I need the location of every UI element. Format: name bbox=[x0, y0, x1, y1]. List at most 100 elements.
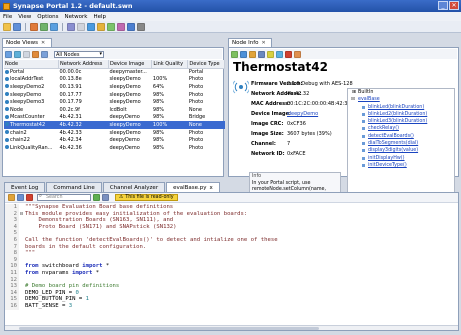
upload-icon[interactable] bbox=[102, 194, 109, 201]
line-number: 7 bbox=[5, 243, 19, 251]
code-line[interactable]: 5 bbox=[5, 230, 458, 237]
tab-command-line[interactable]: Command Line bbox=[46, 182, 102, 192]
close-button[interactable]: ✕ bbox=[449, 1, 459, 10]
close-icon[interactable]: ✕ bbox=[262, 40, 266, 46]
code-line[interactable]: 3 Demonstration Boards (SN163, SN111), a… bbox=[5, 217, 458, 224]
tab-node-info[interactable]: Node Info ✕ bbox=[228, 38, 272, 47]
column-header[interactable]: Link Quality bbox=[151, 60, 189, 69]
code-line[interactable]: 16 BATT_SENSE = 3 bbox=[5, 302, 458, 310]
table-row[interactable]: sleepyDemo3 00.17.79 sleepyDemo 98% Photo bbox=[4, 98, 225, 106]
network-icon[interactable] bbox=[276, 50, 283, 58]
code-line[interactable]: 13 # Demo board pin definitions bbox=[5, 283, 458, 290]
tree-item-function[interactable]: initDeviceType() bbox=[348, 162, 454, 169]
tree-item-function[interactable]: dialToSegments(dial) bbox=[348, 140, 454, 147]
chart-icon[interactable] bbox=[67, 22, 75, 31]
tree-item-function[interactable]: initDisplayHw() bbox=[348, 155, 454, 162]
tree-item-function[interactable]: blinkLed3(blinkDuration) bbox=[348, 118, 454, 125]
column-header[interactable]: Device Type bbox=[187, 60, 225, 69]
query-icon[interactable] bbox=[41, 50, 48, 58]
code-line[interactable]: 2 ⊟ This module provides easy initializati… bbox=[5, 210, 458, 218]
menu-help[interactable]: Help bbox=[93, 14, 106, 20]
code-line[interactable]: 1 """Synapse Evaluation Board base defini… bbox=[5, 204, 458, 211]
tab-node-views[interactable]: Node Views ✕ bbox=[2, 38, 52, 47]
settings-icon[interactable] bbox=[137, 22, 145, 31]
tree-item-function[interactable]: display3digits(value) bbox=[348, 147, 454, 154]
upload-icon[interactable] bbox=[107, 22, 115, 31]
tree-item-evalbase[interactable]: evalBase bbox=[348, 96, 454, 104]
node-filter-select[interactable]: All Nodes bbox=[54, 50, 104, 58]
graph-icon[interactable] bbox=[117, 22, 125, 31]
menu-options[interactable]: Options bbox=[37, 14, 58, 20]
code-editor[interactable]: Search ⚠ This file is read-only 1 """Syna… bbox=[4, 192, 459, 331]
tree-item-function[interactable]: blinkLed(blinkDuration) bbox=[348, 104, 454, 111]
code-line[interactable]: 11 from nvparams import * bbox=[5, 269, 458, 277]
code-line[interactable]: 14 DEMO_LED_PIN = 0 bbox=[5, 289, 458, 297]
broadcast-icon[interactable] bbox=[50, 22, 58, 31]
column-header[interactable]: Device Image bbox=[108, 60, 153, 69]
open-icon[interactable] bbox=[8, 194, 15, 201]
tab-evalbase[interactable]: evalBase.py x bbox=[166, 182, 220, 192]
menu-file[interactable]: File bbox=[3, 14, 12, 20]
save-icon[interactable] bbox=[17, 194, 24, 201]
menu-network[interactable]: Network bbox=[65, 14, 88, 20]
minimize-button[interactable]: _ bbox=[438, 1, 448, 10]
tree-item-function[interactable]: detectEvalBoards() bbox=[348, 133, 454, 140]
column-header[interactable]: Node bbox=[4, 60, 59, 69]
list-icon[interactable] bbox=[14, 50, 21, 58]
code-line[interactable]: 10 from switchboard import * bbox=[5, 263, 458, 270]
code-line[interactable]: 8 """ bbox=[5, 250, 458, 257]
menu-view[interactable]: View bbox=[18, 14, 31, 20]
scrollbar-thumb[interactable] bbox=[19, 327, 319, 330]
table-row[interactable]: LinkQualityRan... 4b.42.36 deepyDemo 98% Pho… bbox=[4, 144, 225, 152]
delete-icon[interactable] bbox=[285, 50, 292, 58]
search-input[interactable]: Search bbox=[37, 194, 91, 201]
close-icon[interactable] bbox=[26, 194, 33, 201]
network-icon[interactable] bbox=[87, 22, 95, 31]
refresh-icon[interactable] bbox=[40, 22, 48, 31]
horizontal-scrollbar[interactable] bbox=[5, 325, 458, 330]
code-line[interactable]: 7 boards in the default configuration. bbox=[5, 243, 458, 251]
close-icon[interactable]: ✕ bbox=[41, 40, 45, 46]
refresh-icon[interactable] bbox=[231, 50, 238, 58]
code-line[interactable]: 9 bbox=[5, 256, 458, 264]
tree-item-function[interactable]: checkRelay() bbox=[348, 125, 454, 132]
column-header[interactable]: Network Address bbox=[58, 60, 109, 69]
code-line[interactable]: 12 bbox=[5, 276, 458, 284]
table-row[interactable]: chain22 4b.42.34 deepyDemo 98% Photo bbox=[4, 136, 225, 144]
code-line[interactable]: 15 DEMO_BUTTON_PIN = 1 bbox=[5, 296, 458, 303]
table-row[interactable]: Thermostat42 4b.42.32 sleepyDemo 100% None bbox=[4, 121, 225, 129]
upload-icon[interactable] bbox=[258, 50, 265, 58]
tab-event-log[interactable]: Event Log bbox=[4, 182, 46, 192]
tree-item-builtin[interactable]: ⊞ BuiltIn bbox=[348, 89, 454, 96]
config-icon[interactable] bbox=[127, 22, 135, 31]
tab-channel-analyzer[interactable]: Channel Analyzer bbox=[102, 182, 166, 192]
save-icon[interactable] bbox=[13, 22, 21, 31]
wireless-icon[interactable] bbox=[240, 50, 247, 58]
folder-icon[interactable] bbox=[97, 22, 105, 31]
code-area[interactable]: 1 """Synapse Evaluation Board base defini… bbox=[5, 204, 458, 324]
edit-icon[interactable] bbox=[249, 50, 256, 58]
table-row[interactable]: sleepyDemo 00.17.77 sleepyDemo 98% Photo bbox=[4, 91, 225, 99]
lightning-icon[interactable] bbox=[267, 50, 274, 58]
edit-icon[interactable] bbox=[30, 22, 38, 31]
close-icon[interactable]: x bbox=[210, 185, 213, 191]
check-icon[interactable] bbox=[93, 194, 100, 201]
table-row[interactable]: Portal 00.00.0c deepymaster... Portal bbox=[4, 68, 225, 76]
table-row[interactable]: Node 00.2c.9f lcdBolt 98% None bbox=[4, 106, 225, 114]
ping-icon[interactable] bbox=[32, 50, 39, 58]
code-line[interactable]: 6 Call the function 'detectEvalBoards()' … bbox=[5, 236, 458, 244]
open-icon[interactable] bbox=[3, 22, 11, 31]
table-row[interactable]: McastCounter 4b.42.31 deepyDemo 98% Bridge bbox=[4, 114, 225, 122]
table-row[interactable]: sleepyDemo2 00.13.91 sleepyDemo 64% Photo bbox=[4, 83, 225, 91]
table-row[interactable]: localAddrTest 00.13.8e sleepyDemo 100% Photo bbox=[4, 76, 225, 84]
table-cell: 98% bbox=[152, 91, 165, 98]
code-text: Demonstration Boards (SN163, SN111), and bbox=[24, 217, 173, 224]
download-icon[interactable] bbox=[294, 50, 301, 58]
code-line[interactable]: 4 Proto Board (SN171) and SNAPstick (SN1… bbox=[5, 223, 458, 231]
tree-item-function[interactable]: blinkLed2(blinkDuration) bbox=[348, 111, 454, 118]
property-value[interactable]: sleepyDemo bbox=[287, 111, 318, 117]
columns-icon[interactable] bbox=[23, 50, 30, 58]
window-icon[interactable] bbox=[77, 22, 85, 31]
table-row[interactable]: chain2 4b.42.33 sleepyDemo 98% Photo bbox=[4, 129, 225, 137]
view-icon[interactable] bbox=[5, 50, 12, 58]
